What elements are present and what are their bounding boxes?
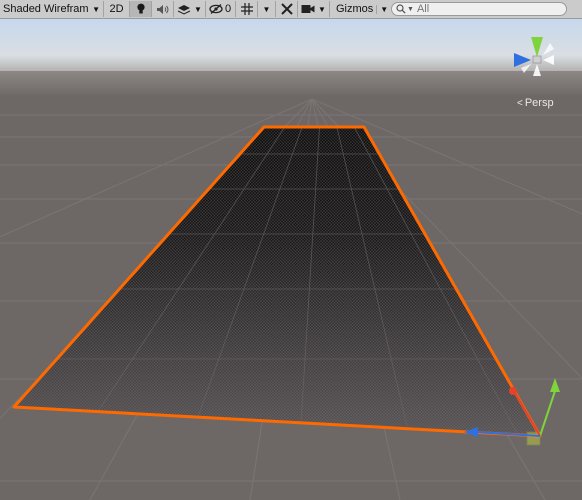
camera-projection-label: Persp xyxy=(524,97,554,109)
gizmo-center-cube[interactable] xyxy=(532,55,542,64)
chevron-down-icon: ▼ xyxy=(318,4,326,14)
scene-toolbar: Shaded Wireframe ▼ 2D ▼ 0 ▼ ▼ Gizmos ▼ ▼… xyxy=(0,0,582,19)
chevron-down-icon: ▼ xyxy=(262,4,271,14)
draw-mode-label: Shaded Wireframe xyxy=(3,3,90,15)
eye-hidden-icon xyxy=(209,4,223,14)
tools-icon xyxy=(280,3,293,15)
chevron-down-icon: ▼ xyxy=(92,4,100,14)
effects-dropdown[interactable]: ▼ xyxy=(174,1,206,17)
search-input[interactable] xyxy=(413,3,557,15)
x-axis-handle-icon[interactable] xyxy=(509,387,517,395)
scene-viewport[interactable] xyxy=(0,19,582,500)
sky xyxy=(0,19,582,71)
effects-layers-icon xyxy=(177,3,191,15)
speaker-icon xyxy=(156,4,169,15)
toggle-2d-button[interactable]: 2D xyxy=(104,1,130,17)
editor-tools-button[interactable] xyxy=(276,1,298,17)
search-filter-caret[interactable]: ▼ xyxy=(407,6,414,13)
grid-icon xyxy=(240,3,253,15)
lightbulb-icon xyxy=(136,3,146,15)
toggle-2d-label: 2D xyxy=(109,3,124,15)
grid-toggle-button[interactable] xyxy=(236,1,258,17)
gizmos-label: Gizmos xyxy=(336,3,374,15)
grid-settings-dropdown[interactable]: ▼ xyxy=(258,1,276,17)
scene-visibility-toggle[interactable]: 0 xyxy=(206,1,236,17)
gizmos-dropdown[interactable]: Gizmos ▼ xyxy=(330,1,388,17)
audio-toggle-button[interactable] xyxy=(152,1,174,17)
scene-search: ▼ xyxy=(391,2,567,16)
draw-mode-dropdown[interactable]: Shaded Wireframe ▼ xyxy=(0,1,104,17)
hidden-objects-count: 0 xyxy=(225,3,232,15)
chevron-down-icon: ▼ xyxy=(194,4,202,14)
camera-icon xyxy=(301,4,315,14)
camera-projection-toggle[interactable]: < Persp xyxy=(517,97,554,109)
camera-settings-dropdown[interactable]: ▼ xyxy=(298,1,330,17)
perspective-icon: < xyxy=(517,97,523,109)
horizon-band xyxy=(0,71,582,97)
lighting-toggle-button[interactable] xyxy=(130,1,152,17)
search-icon xyxy=(396,4,406,14)
gizmos-dropdown-arrow[interactable]: ▼ xyxy=(376,4,388,14)
